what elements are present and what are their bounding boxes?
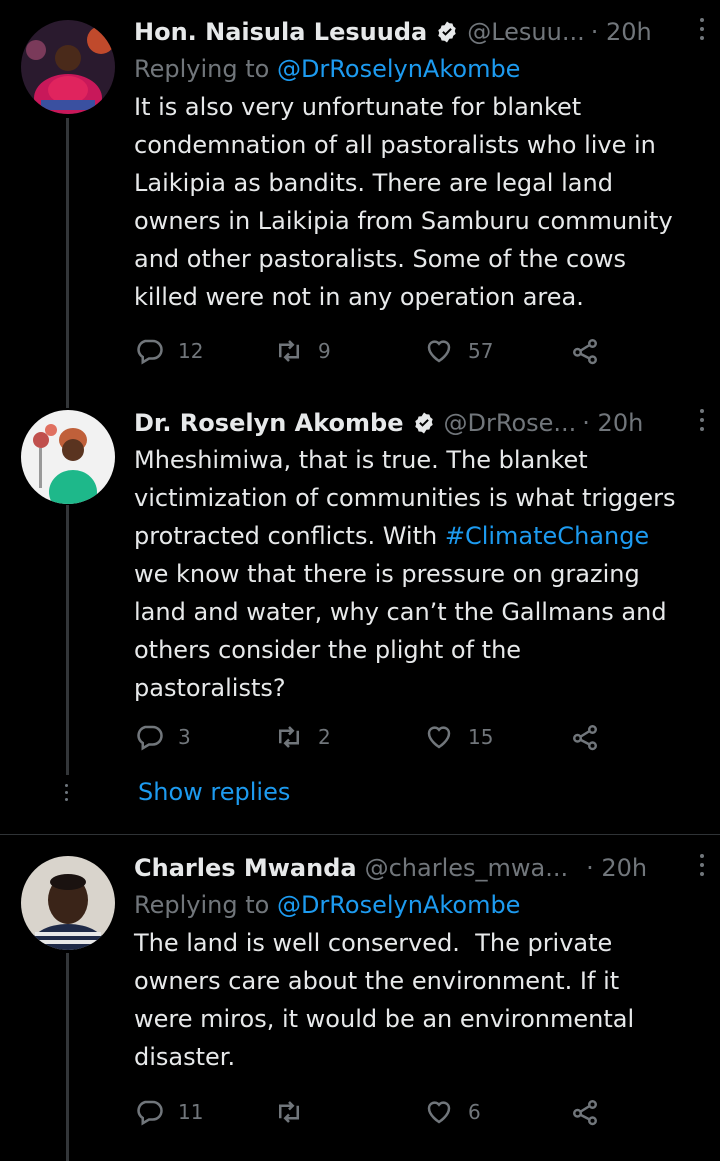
like-count: 6 (468, 1100, 481, 1124)
tweet-text-part: we know that there is pressure on grazin… (134, 560, 667, 702)
hashtag-link[interactable]: #ClimateChange (445, 522, 649, 550)
mention-link[interactable]: @DrRoselynAkombe (277, 891, 521, 919)
avatar[interactable] (21, 856, 115, 950)
more-options-icon[interactable] (700, 409, 706, 435)
reply-count: 12 (178, 339, 204, 363)
retweet-button[interactable]: 9 (274, 336, 331, 366)
share-button[interactable] (570, 336, 600, 366)
like-button[interactable]: 6 (424, 1097, 481, 1127)
retweet-count: 9 (318, 339, 331, 363)
show-replies-link[interactable]: Show replies (138, 778, 290, 806)
reply-button[interactable]: 12 (134, 336, 203, 366)
retweet-count: 2 (318, 725, 331, 749)
reply-button[interactable]: 11 (134, 1097, 203, 1127)
timestamp[interactable]: · 20h (586, 854, 647, 882)
display-name[interactable]: Dr. Roselyn Akombe (134, 409, 404, 437)
tweet-text: The land is well conserved. The private … (134, 929, 635, 1071)
share-icon (573, 339, 597, 365)
more-options-icon[interactable] (700, 18, 706, 44)
reply-icon (137, 725, 163, 751)
handle[interactable]: @charles_mwa... (365, 854, 569, 882)
retweet-button[interactable]: 2 (274, 722, 331, 752)
reply-count: 3 (178, 725, 191, 749)
thread-line (66, 505, 69, 775)
reply-icon (137, 1100, 163, 1126)
reply-button[interactable]: 3 (134, 722, 191, 752)
thread-line (66, 953, 69, 1161)
tweet-text: It is also very unfortunate for blanket … (134, 93, 673, 311)
verified-icon (438, 21, 456, 43)
verified-icon (414, 412, 433, 434)
thread-ellipsis-icon (64, 784, 70, 804)
display-name[interactable]: Hon. Naisula Lesuuda (134, 18, 427, 46)
like-button[interactable]: 15 (424, 722, 493, 752)
like-count: 15 (468, 725, 494, 749)
handle[interactable]: @Lesuu... (467, 18, 585, 46)
heart-icon (427, 726, 451, 749)
mention-link[interactable]: @DrRoselynAkombe (277, 55, 521, 83)
replying-to: Replying to @DrRoselynAkombe (134, 50, 690, 88)
timestamp[interactable]: · 20h (591, 18, 652, 46)
retweet-icon (279, 340, 299, 362)
share-icon (573, 1100, 597, 1126)
heart-icon (427, 340, 451, 363)
share-icon (573, 725, 597, 751)
handle[interactable]: @DrRose... (444, 409, 577, 437)
retweet-icon (279, 1101, 299, 1123)
share-button[interactable] (570, 722, 600, 752)
timestamp[interactable]: · 20h (582, 409, 643, 437)
like-button[interactable]: 57 (424, 336, 493, 366)
share-button[interactable] (570, 1097, 600, 1127)
tweet-text: Mheshimiwa, that is true. The blanket vi… (134, 441, 690, 707)
reply-icon (137, 339, 163, 365)
avatar[interactable] (21, 410, 115, 504)
divider (0, 834, 720, 835)
reply-count: 11 (178, 1100, 204, 1124)
replying-to-prefix: Replying to (134, 55, 277, 83)
heart-icon (427, 1101, 451, 1124)
retweet-icon (279, 726, 299, 748)
replying-to-prefix: Replying to (134, 891, 277, 919)
like-count: 57 (468, 339, 494, 363)
thread-line (66, 118, 69, 408)
replying-to: Replying to @DrRoselynAkombe (134, 886, 690, 924)
retweet-button[interactable] (274, 1097, 318, 1127)
avatar[interactable] (21, 20, 115, 114)
more-options-icon[interactable] (700, 854, 706, 880)
display-name[interactable]: Charles Mwanda (134, 854, 357, 882)
